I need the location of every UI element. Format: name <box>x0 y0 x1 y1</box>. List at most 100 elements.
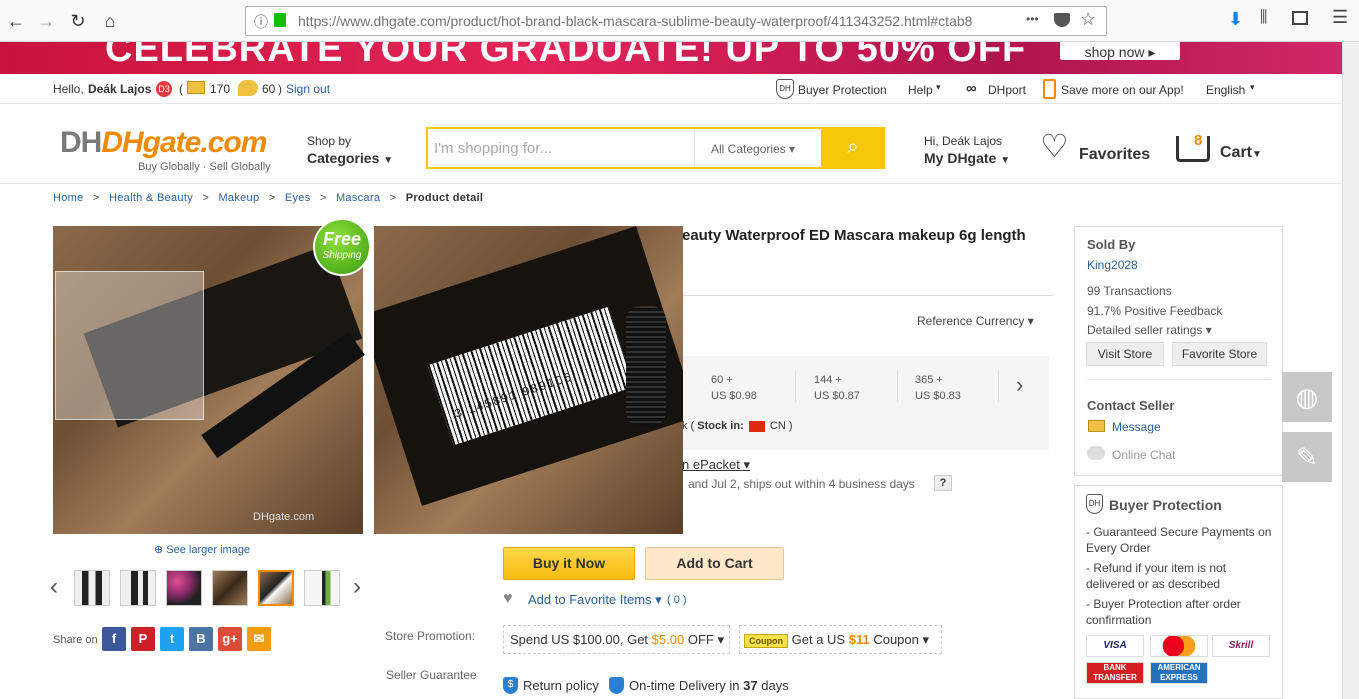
pocket-icon[interactable] <box>1054 13 1070 27</box>
gallery-thumbnail[interactable] <box>304 570 340 606</box>
online-chat-link[interactable]: Online Chat <box>1112 448 1175 462</box>
see-larger-link[interactable]: ⊕ See larger image <box>154 543 250 556</box>
breadcrumb-sep: > <box>92 192 100 204</box>
pencil-icon[interactable]: ✎ <box>1282 432 1332 482</box>
facebook-icon[interactable]: f <box>102 627 126 651</box>
breadcrumb-mascara[interactable]: Mascara <box>336 192 380 204</box>
seller-box: Sold By King2028 99 Transactions 91.7% P… <box>1074 226 1283 476</box>
shipping-method-select[interactable]: n ePacket ▾ <box>682 457 750 473</box>
mail-icon[interactable] <box>187 81 205 94</box>
product-main-image[interactable]: DHgate.com <box>53 226 365 534</box>
add-favorite-link[interactable]: Add to Favorite Items ▾ <box>528 592 662 608</box>
gallery-thumbnail[interactable] <box>212 570 248 606</box>
reference-currency-select[interactable]: Reference Currency ▾ <box>917 314 1034 328</box>
gallery-thumbnail[interactable] <box>120 570 156 606</box>
gallery-thumbnail-selected[interactable] <box>258 570 294 606</box>
free-shipping-badge: Free Shipping <box>313 218 371 276</box>
seller-name-link[interactable]: King2028 <box>1087 258 1138 272</box>
heart-icon: ♥ <box>503 590 513 607</box>
store-promotion-label: Store Promotion: <box>385 629 476 643</box>
dhgate-logo[interactable]: DHDHgate.com <box>60 126 267 160</box>
search-icon: ⌕ <box>847 136 859 158</box>
bookmark-star-icon[interactable]: ☆ <box>1080 9 1096 30</box>
download-icon[interactable]: ⬇ <box>1228 9 1243 30</box>
breadcrumb-current: Product detail <box>405 192 484 204</box>
chevron-down-icon: ▾ <box>936 82 941 92</box>
search-input[interactable]: I'm shopping for... <box>434 140 552 157</box>
help-icon[interactable]: ? <box>934 475 952 491</box>
twitter-icon[interactable]: t <box>160 627 184 651</box>
zoom-preview: 3 145891 989106 <box>374 226 683 534</box>
cart-icon[interactable] <box>1176 136 1210 162</box>
page-actions-icon[interactable]: ••• <box>1026 12 1039 26</box>
gallery-thumbnail[interactable] <box>166 570 202 606</box>
back-arrow-icon[interactable]: ← <box>4 9 28 33</box>
pinterest-icon[interactable]: P <box>131 627 155 651</box>
cart-link[interactable]: Cart▼ <box>1220 144 1262 162</box>
chevron-down-icon: ▼ <box>1252 149 1262 160</box>
categories-menu[interactable]: Categories ▼ <box>307 150 393 166</box>
app-link[interactable]: Save more on our App! <box>1061 83 1184 97</box>
globe-icon[interactable]: ◍ <box>1282 372 1332 422</box>
forward-arrow-icon[interactable]: → <box>34 9 58 33</box>
breadcrumb-makeup[interactable]: Makeup <box>218 192 259 204</box>
my-dhgate-menu[interactable]: My DHgate ▼ <box>924 150 1010 166</box>
store-promo-select[interactable]: Spend US $100.00, Get $5.00 OFF ▾ <box>503 625 730 654</box>
zoom-lens[interactable] <box>55 271 204 420</box>
hamburger-menu-icon[interactable]: ☰ <box>1332 7 1348 28</box>
coupon-select[interactable]: Coupon Get a US $11 Coupon ▾ <box>739 625 942 654</box>
tier-divider <box>998 370 999 402</box>
home-icon[interactable]: ⌂ <box>98 9 122 33</box>
url-text[interactable]: https://www.dhgate.com/product/hot-brand… <box>298 13 1018 29</box>
heart-icon[interactable]: ♡ <box>1040 130 1069 162</box>
info-icon[interactable]: ⓘ <box>254 12 268 32</box>
sold-by-label: Sold By <box>1087 237 1136 252</box>
dhport-link[interactable]: DHport <box>988 83 1026 97</box>
breadcrumb-sep: > <box>202 192 210 204</box>
favorites-link[interactable]: Favorites <box>1079 146 1150 164</box>
price-tier: 365 + US $0.83 <box>915 374 961 402</box>
reload-icon[interactable]: ↻ <box>66 9 90 33</box>
visa-logo: VISA <box>1086 635 1144 657</box>
return-policy-link[interactable]: Return policy <box>523 678 599 693</box>
shop-now-button[interactable]: shop now ▸ <box>1060 42 1180 60</box>
message-link[interactable]: Message <box>1112 420 1161 434</box>
message-count[interactable]: 170 <box>210 82 230 96</box>
gallery-prev-icon[interactable]: ‹ <box>50 573 58 601</box>
seller-ratings-toggle[interactable]: Detailed seller ratings ▾ <box>1087 323 1212 337</box>
promo-banner[interactable]: CELEBRATE YOUR GRADUATE! UP TO 50% OFF s… <box>0 42 1342 74</box>
library-icon[interactable]: ⫼ <box>1260 9 1267 27</box>
protection-item: - Buyer Protection after order confirmat… <box>1086 597 1241 627</box>
vk-icon[interactable]: B <box>189 627 213 651</box>
notification-count[interactable]: 60 <box>262 82 275 96</box>
google-plus-icon[interactable]: g+ <box>218 627 242 651</box>
breadcrumb-sep: > <box>319 192 327 204</box>
gallery-thumbnail[interactable] <box>74 570 110 606</box>
breadcrumb-home[interactable]: Home <box>53 192 84 204</box>
breadcrumb: Home > Health & Beauty > Makeup > Eyes >… <box>53 192 483 204</box>
buy-now-button[interactable]: Buy it Now <box>503 547 635 580</box>
sign-out-link[interactable]: Sign out <box>286 82 330 96</box>
share-on-label: Share on <box>53 634 98 646</box>
ontime-delivery: On-time Delivery in 37 days <box>629 678 789 693</box>
search-button[interactable]: ⌕ <box>821 127 885 169</box>
user-name[interactable]: Deák Lajos <box>88 82 151 96</box>
breadcrumb-eyes[interactable]: Eyes <box>285 192 311 204</box>
language-selector[interactable]: English <box>1206 83 1245 97</box>
email-share-icon[interactable]: ✉ <box>247 627 271 651</box>
help-menu[interactable]: Help <box>908 83 933 97</box>
gallery-next-icon[interactable]: › <box>353 573 361 601</box>
favorite-store-button[interactable]: Favorite Store <box>1172 342 1267 366</box>
price-tier: 60 + US $0.98 <box>711 374 757 402</box>
chat-bubble-icon[interactable] <box>238 80 258 96</box>
category-select[interactable]: All Categories ▾ <box>711 142 795 156</box>
buyer-protection-link[interactable]: Buyer Protection <box>798 83 887 97</box>
page-scrollbar[interactable] <box>1342 42 1359 699</box>
sidebar-icon[interactable] <box>1292 11 1308 25</box>
breadcrumb-sep: > <box>389 192 397 204</box>
add-to-cart-button[interactable]: Add to Cart <box>645 547 784 580</box>
visit-store-button[interactable]: Visit Store <box>1086 342 1164 366</box>
breadcrumb-health-beauty[interactable]: Health & Beauty <box>109 192 193 204</box>
chevron-right-icon[interactable]: › <box>1016 372 1023 398</box>
address-bar[interactable]: ⓘ https://www.dhgate.com/product/hot-bra… <box>245 6 1107 36</box>
